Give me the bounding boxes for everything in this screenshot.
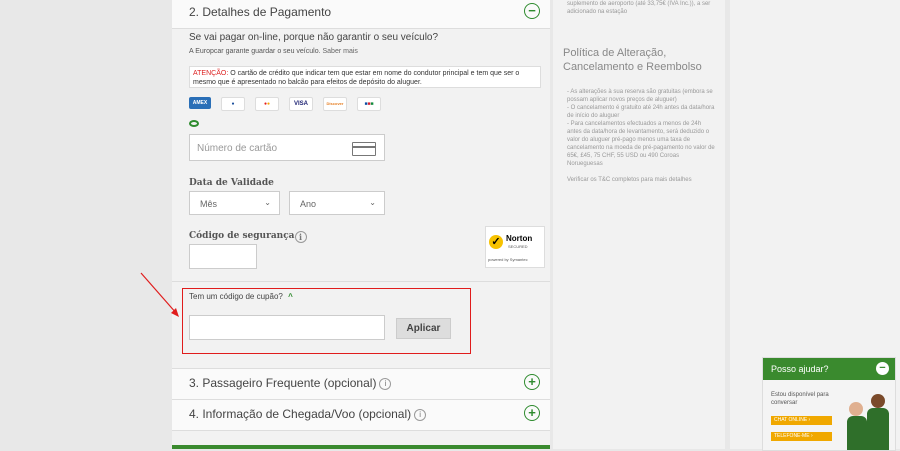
chat-online-button[interactable]: CHAT ONLINE › [771,416,832,425]
norton-secured: SECURED [508,244,528,249]
norton-brand: Norton [506,234,533,243]
call-me-button[interactable]: TELEFONE-ME › [771,432,832,441]
warning-box: ATENÇÃO: O cartão de crédito que indicar… [189,66,541,88]
security-code-input[interactable] [189,244,257,269]
expand-icon[interactable]: + [524,374,540,390]
flight-info-title: 4. Informação de Chegada/Voo (opcional) i [189,407,427,421]
guarantee-note: A Europcar garante guardar o seu veículo… [189,48,321,55]
chat-widget: Posso ajudar? − Estou disponível para co… [762,357,896,451]
chevron-down-icon: ⌄ [369,198,376,207]
policy-footer: Verificar os T&C completos para mais det… [567,177,692,183]
chat-title: Posso ajudar? [771,364,829,374]
amex-icon: AMEX [189,97,211,109]
year-select[interactable]: Ano ⌄ [289,191,385,215]
policy-text: - As alterações à sua reserva são gratui… [567,88,715,184]
info-icon[interactable]: i [379,377,392,390]
security-code-label: Código de segurança i [189,231,307,243]
card-logos: AMEX ● ●● VISA Discover ■■■ [189,97,381,111]
call-me-label: TELEFONE-ME [774,433,810,439]
chevron-down-icon: ⌄ [264,198,271,207]
expiry-label: Data de Validade [189,178,274,188]
card-number-input[interactable]: Número de cartão [189,134,385,161]
jcb-icon: ■■■ [357,97,381,111]
chat-header[interactable]: Posso ajudar? − [763,358,895,380]
frequent-flyer-section-header[interactable]: 3. Passageiro Frequente (opcional) i + [172,368,550,400]
year-value: Ano [300,199,317,209]
show-eye-icon[interactable] [189,120,199,127]
flight-info-section-header[interactable]: 4. Informação de Chegada/Voo (opcional) i… [172,400,550,431]
month-value: Mês [200,199,218,209]
agents-photo [847,388,891,450]
guarantee-question: Se vai pagar on-line, porque não garanti… [189,32,439,43]
security-code-text: Código de segurança [189,231,295,241]
info-icon[interactable]: i [294,231,307,243]
card-number-placeholder: Número de cartão [197,143,278,154]
visa-icon: VISA [289,97,313,111]
payment-section-header[interactable]: 2. Detalhes de Pagamento − [172,0,550,29]
airport-surcharge-note: suplemento de aeroporto (até 33,75€ (IVA… [567,1,711,15]
policy-title: Política de Alteração, Cancelamento e Re… [563,47,702,73]
booking-form-column: 2. Detalhes de Pagamento − Se vai pagar … [172,0,550,449]
collapse-icon[interactable]: − [524,3,540,19]
warning-text: O cartão de crédito que indicar tem que … [193,70,520,86]
frequent-flyer-title: 3. Passageiro Frequente (opcional) i [189,376,392,390]
divider [172,281,550,282]
payment-section-title: 2. Detalhes de Pagamento [189,5,332,19]
coupon-highlight-box [182,288,471,354]
mastercard-icon: ●● [255,97,279,111]
flight-info-title-text: 4. Informação de Chegada/Voo (opcional) [189,407,412,421]
credit-card-icon [352,142,376,156]
policy-line: - Para cancelamentos efectuados a menos … [567,121,715,167]
diners-icon: ● [221,97,245,111]
annotation-arrow-icon [140,272,179,317]
next-section-bar [172,445,550,449]
expand-icon[interactable]: + [524,405,540,421]
chat-status: Estou disponível para conversar [771,392,829,406]
warning-label: ATENÇÃO: [193,70,229,77]
guarantee-text: A Europcar garante guardar o seu veículo… [189,48,358,55]
frequent-flyer-title-text: 3. Passageiro Frequente (opcional) [189,376,377,390]
chat-online-label: CHAT ONLINE [774,417,808,423]
discover-icon: Discover [323,97,347,111]
minimize-icon[interactable]: − [876,362,889,375]
norton-powered: powered by Symantec [488,257,528,262]
norton-secured-badge: ✓ Norton SECURED powered by Symantec [485,226,545,268]
more-info-link[interactable]: Saber mais [322,48,357,55]
month-select[interactable]: Mês ⌄ [189,191,280,215]
checkmark-icon: ✓ [489,235,503,249]
policy-line: - As alterações à sua reserva são gratui… [567,89,713,103]
info-icon[interactable]: i [414,408,427,421]
policy-line: - O cancelamento é gratuito até 24h ante… [567,105,715,119]
